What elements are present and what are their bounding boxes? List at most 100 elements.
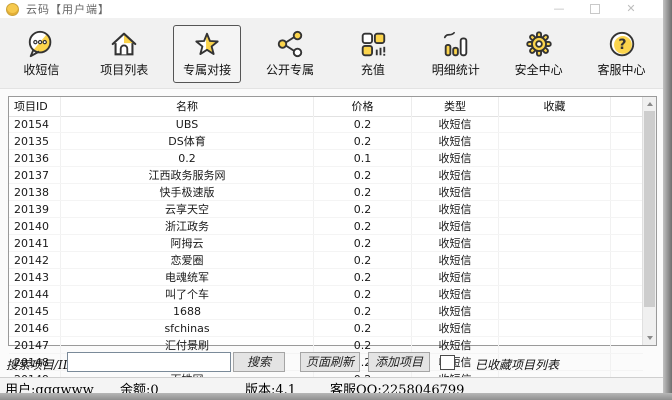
window-bottom-edge bbox=[0, 393, 672, 400]
toolbar-item-label: 明细统计 bbox=[432, 61, 480, 78]
toolbar-item-star[interactable]: 专属对接 bbox=[166, 18, 249, 88]
toolbar-item-label: 安全中心 bbox=[515, 61, 563, 78]
cell-price: 0.1 bbox=[314, 150, 412, 166]
close-button[interactable]: ✕ bbox=[613, 0, 649, 18]
scrollbar-thumb[interactable] bbox=[644, 111, 655, 307]
cell-type: 收短信 bbox=[412, 184, 499, 200]
toolbar-item-gear[interactable]: 安全中心 bbox=[497, 18, 580, 88]
cell-name: 江西政务服务网 bbox=[61, 167, 314, 183]
minimize-button[interactable]: — bbox=[541, 0, 577, 18]
column-header[interactable]: 价格 bbox=[314, 97, 412, 116]
toolbar-item-recharge-grid[interactable]: 充值 bbox=[332, 18, 415, 88]
scroll-down-button[interactable] bbox=[643, 331, 656, 345]
cell-filler bbox=[611, 320, 643, 336]
table-scrollbar[interactable] bbox=[642, 97, 656, 345]
cell-price: 0.2 bbox=[314, 235, 412, 251]
cell-type: 收短信 bbox=[412, 218, 499, 234]
sms-icon bbox=[26, 29, 56, 59]
window-title: 云码【用户端】 bbox=[26, 1, 110, 17]
toolbar-item-share[interactable]: 公开专属 bbox=[249, 18, 332, 88]
cell-name: sfchinas bbox=[61, 320, 314, 336]
table-row[interactable]: 20146sfchinas0.2收短信 bbox=[9, 320, 643, 337]
column-header[interactable]: 名称 bbox=[61, 97, 314, 116]
cell-name: 1688 bbox=[61, 303, 314, 319]
window-right-edge bbox=[663, 0, 672, 400]
table-row[interactable]: 2014516880.2收短信 bbox=[9, 303, 643, 320]
cell-filler bbox=[611, 252, 643, 268]
page-refresh-button[interactable]: 页面刷新 bbox=[300, 352, 360, 372]
table-row[interactable]: 20138快手极速版0.2收短信 bbox=[9, 184, 643, 201]
table-row[interactable]: 20142恋爱圈0.2收短信 bbox=[9, 252, 643, 269]
column-header-filler bbox=[611, 97, 643, 116]
cell-fav bbox=[499, 235, 611, 251]
cell-id: 20141 bbox=[9, 235, 61, 251]
cell-price: 0.2 bbox=[314, 303, 412, 319]
cell-name: 快手极速版 bbox=[61, 184, 314, 200]
search-input[interactable] bbox=[67, 352, 231, 372]
cell-fav bbox=[499, 133, 611, 149]
maximize-icon bbox=[590, 4, 600, 14]
cell-fav bbox=[499, 269, 611, 285]
app-logo-icon bbox=[6, 3, 19, 16]
cell-fav bbox=[499, 184, 611, 200]
cell-filler bbox=[611, 269, 643, 285]
toolbar-item-label: 充值 bbox=[361, 61, 385, 78]
share-icon bbox=[275, 29, 305, 59]
column-header[interactable]: 项目ID bbox=[9, 97, 61, 116]
cell-filler bbox=[611, 201, 643, 217]
cell-name: 云享天空 bbox=[61, 201, 314, 217]
cell-type: 收短信 bbox=[412, 286, 499, 302]
table-row[interactable]: 20139云享天空0.2收短信 bbox=[9, 201, 643, 218]
home-icon bbox=[109, 29, 139, 59]
toolbar-item-label: 公开专属 bbox=[266, 61, 314, 78]
cell-type: 收短信 bbox=[412, 269, 499, 285]
scroll-down-icon bbox=[647, 336, 653, 340]
recharge-grid-icon bbox=[358, 29, 388, 59]
toolbar-item-stats-chart[interactable]: 明细统计 bbox=[414, 18, 497, 88]
cell-type: 收短信 bbox=[412, 133, 499, 149]
cell-id: 20139 bbox=[9, 201, 61, 217]
column-header[interactable]: 类型 bbox=[412, 97, 499, 116]
toolbar-item-label: 项目列表 bbox=[100, 61, 148, 78]
search-button[interactable]: 搜索 bbox=[233, 352, 285, 372]
cell-price: 0.2 bbox=[314, 133, 412, 149]
cell-id: 20136 bbox=[9, 150, 61, 166]
scroll-up-icon bbox=[647, 102, 653, 106]
toolbar-item-home[interactable]: 项目列表 bbox=[83, 18, 166, 88]
toolbar-item-question[interactable]: ?客服中心 bbox=[580, 18, 663, 88]
table-row[interactable]: 20135DS体育0.2收短信 bbox=[9, 133, 643, 150]
titlebar: 云码【用户端】 — ✕ bbox=[0, 0, 663, 18]
cell-fav bbox=[499, 201, 611, 217]
cell-id: 20142 bbox=[9, 252, 61, 268]
table-row[interactable]: 20140浙江政务0.2收短信 bbox=[9, 218, 643, 235]
table-row[interactable]: 20144叫了个车0.2收短信 bbox=[9, 286, 643, 303]
table-row[interactable]: 20141阿拇云0.2收短信 bbox=[9, 235, 643, 252]
add-project-button[interactable]: 添加项目 bbox=[368, 352, 430, 372]
cell-fav bbox=[499, 303, 611, 319]
svg-text:?: ? bbox=[618, 37, 626, 53]
cell-price: 0.2 bbox=[314, 320, 412, 336]
cell-filler bbox=[611, 303, 643, 319]
toolbar-item-sms[interactable]: 收短信 bbox=[0, 18, 83, 88]
table-body: 20154UBS0.2收短信20135DS体育0.2收短信201360.20.1… bbox=[9, 116, 643, 345]
cell-name: 恋爱圈 bbox=[61, 252, 314, 268]
cell-type: 收短信 bbox=[412, 252, 499, 268]
cell-id: 20140 bbox=[9, 218, 61, 234]
cell-id: 20138 bbox=[9, 184, 61, 200]
column-header[interactable]: 收藏 bbox=[499, 97, 611, 116]
favorites-checkbox-label: 已收藏项目列表 bbox=[475, 356, 559, 373]
scroll-up-button[interactable] bbox=[643, 97, 656, 111]
favorites-checkbox[interactable] bbox=[440, 355, 455, 370]
cell-fav bbox=[499, 252, 611, 268]
table-row[interactable]: 201360.20.1收短信 bbox=[9, 150, 643, 167]
table-row[interactable]: 20143电魂统军0.2收短信 bbox=[9, 269, 643, 286]
projects-table: 项目ID名称价格类型收藏 20154UBS0.2收短信20135DS体育0.2收… bbox=[8, 96, 657, 346]
table-row[interactable]: 20137江西政务服务网0.2收短信 bbox=[9, 167, 643, 184]
table-row[interactable]: 20154UBS0.2收短信 bbox=[9, 116, 643, 133]
maximize-button[interactable] bbox=[577, 0, 613, 18]
cell-type: 收短信 bbox=[412, 320, 499, 336]
cell-filler bbox=[611, 116, 643, 132]
cell-filler bbox=[611, 286, 643, 302]
cell-type: 收短信 bbox=[412, 235, 499, 251]
cell-id: 20154 bbox=[9, 116, 61, 132]
